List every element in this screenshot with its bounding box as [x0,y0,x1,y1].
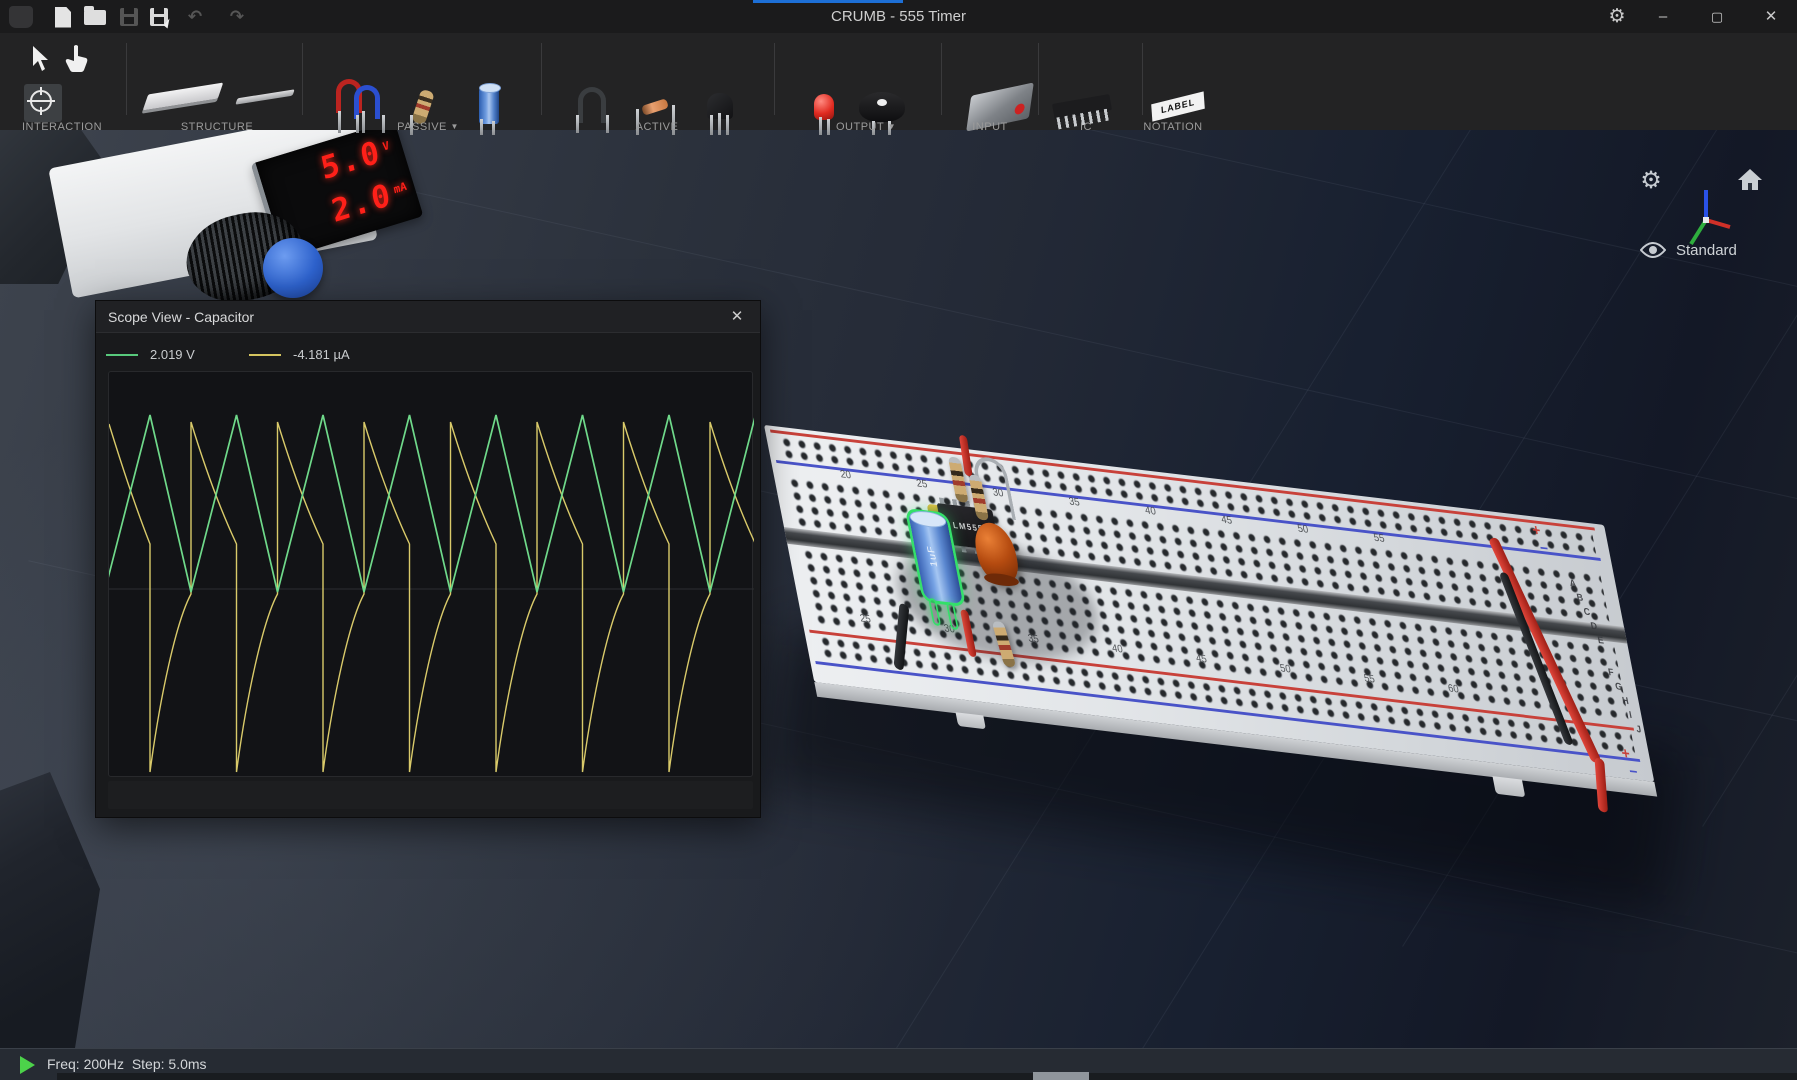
title-bar[interactable]: ↶ ↷ CRUMB - 555 Timer ⚙ – ▢ ✕ [0,0,1797,33]
rod-component[interactable] [232,85,298,109]
component-toolbar: INTERACTION STRUCTURE PASSIVE ▼ [0,33,1797,130]
scope-window: Scope View - Capacitor ✕ 2.019 V -4.181 … [95,300,761,818]
section-label-output[interactable]: OUTPUT ▼ [796,121,936,133]
legend-voltage: 2.019 V [106,347,236,363]
row-letter: J [1635,724,1642,735]
viewport-settings-gear-icon[interactable]: ⚙ [1637,166,1665,194]
current-value: -4.181 µA [293,347,350,362]
axis-x-red [1706,220,1730,227]
capacitor-value-label: 1uF [925,545,940,568]
column-number: 25 [909,477,936,492]
toolbar-separator [541,43,542,115]
power-supply-blue-cap[interactable] [263,238,323,298]
axis-y-green [1691,220,1706,244]
breadboard-component[interactable] [138,81,228,111]
section-label-passive[interactable]: PASSIVE ▼ [358,121,498,133]
column-number: 20 [832,468,859,483]
scope-window-header[interactable]: Scope View - Capacitor ✕ [96,301,760,333]
row-letter: H [1621,696,1629,708]
row-letter: I [1628,710,1633,721]
hand-drag-tool[interactable] [60,41,94,75]
dropdown-arrow-icon: ▼ [888,122,896,131]
toolbar-separator [774,43,775,115]
scope-footer-strip [108,781,753,809]
close-button[interactable]: ✕ [1748,0,1794,33]
column-number: 40 [1137,504,1164,519]
voltage-trace [109,415,754,592]
toolbar-separator [1038,43,1039,115]
home-view-icon[interactable] [1736,166,1764,194]
column-number: 45 [1213,513,1240,528]
legend-current: -4.181 µA [249,347,399,363]
section-label-structure: STRUCTURE [147,121,287,133]
section-label-active: ACTIVE [587,121,727,133]
interact-probe-tool-selected[interactable] [24,84,62,122]
eye-icon[interactable] [1640,240,1666,260]
voltage-trace-swatch [106,354,138,356]
waveform-chart [109,372,754,778]
view-mode-label[interactable]: Standard [1676,242,1737,259]
current-trace [109,422,754,772]
toolbar-separator [1142,43,1143,115]
column-number: 50 [1290,522,1317,537]
toolbar-separator [941,43,942,115]
toolbar-separator [126,43,127,115]
minimize-button[interactable]: – [1640,0,1686,33]
scope-close-icon[interactable]: ✕ [722,301,752,333]
scope-plot-area[interactable] [108,371,753,777]
settings-gear-icon[interactable]: ⚙ [1594,0,1640,33]
axis-gizmo[interactable] [1682,186,1732,248]
axis-origin [1703,217,1709,223]
frequency-value: Freq: 200Hz [47,1056,124,1072]
current-trace-swatch [249,354,281,356]
taskbar-edge-strip [57,1073,1797,1080]
window-title: CRUMB - 555 Timer [0,0,1797,33]
taskbar-pill[interactable] [1033,1072,1089,1080]
column-number: 35 [1061,495,1088,510]
column-number: 55 [1366,531,1393,546]
select-cursor-tool[interactable] [26,43,56,75]
play-simulation-button[interactable] [20,1056,35,1074]
section-label-notation: NOTATION [1103,121,1243,133]
crumb-app-window: ↶ ↷ CRUMB - 555 Timer ⚙ – ▢ ✕ INTERACTIO… [0,0,1797,1080]
label-notation-component[interactable]: LABEL [1146,89,1210,123]
toolbar-separator [302,43,303,115]
scope-window-title: Scope View - Capacitor [108,301,254,333]
row-letter: G [1614,681,1623,693]
voltage-value: 2.019 V [150,347,195,362]
crosshair-icon [30,90,52,112]
maximize-button[interactable]: ▢ [1694,0,1740,33]
section-label-interaction: INTERACTION [0,121,132,133]
dropdown-arrow-icon: ▼ [450,122,458,131]
step-value: Step: 5.0ms [132,1056,207,1072]
